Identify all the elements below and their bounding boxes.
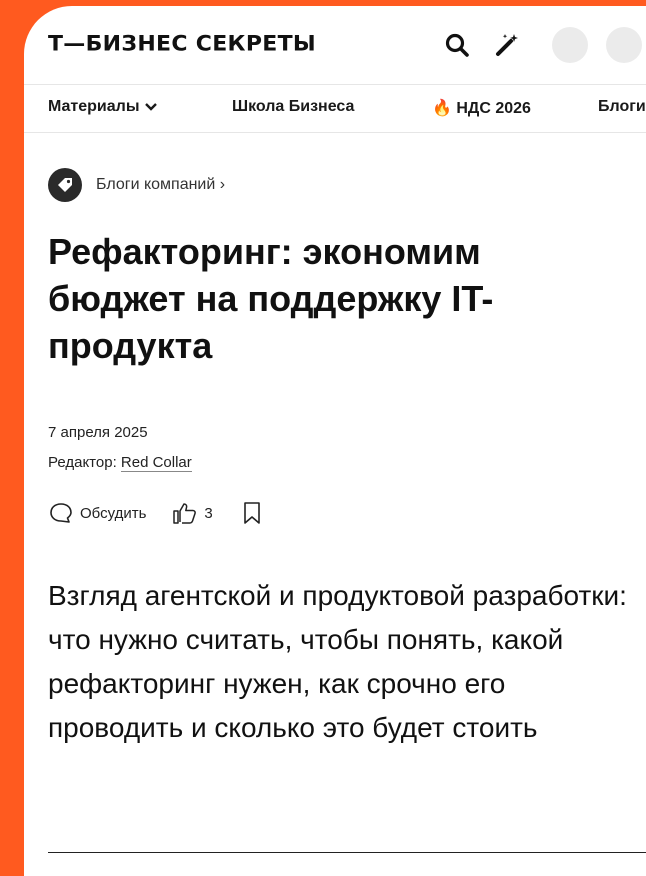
likes-count: 3 xyxy=(204,504,213,522)
nav-item-label: Блоги xyxy=(598,98,646,115)
content-divider xyxy=(48,852,646,853)
bookmark-button[interactable] xyxy=(241,500,263,526)
editor-prefix: Редактор: xyxy=(48,454,121,471)
article-lead: Взгляд агентской и продуктовой разработк… xyxy=(48,580,627,743)
breadcrumb[interactable]: Блоги компаний › xyxy=(48,168,225,202)
breadcrumb-label: Блоги компаний › xyxy=(96,176,226,193)
article-title: Рефакторинг: экономим бюджет на поддержк… xyxy=(48,231,494,366)
bookmark-icon xyxy=(243,502,260,524)
action-placeholder-button[interactable] xyxy=(552,27,588,63)
editor-line: Редактор: Red Collar xyxy=(48,454,192,472)
article-actions: Обсудить 3 xyxy=(48,500,263,526)
editor-link[interactable]: Red Collar xyxy=(120,454,192,472)
discuss-label: Обсудить xyxy=(80,504,147,522)
top-nav: Материалы Школа Бизнеса 🔥 НДС 2026 Блоги xyxy=(24,84,646,133)
nav-item-label: Материалы xyxy=(48,98,140,115)
nav-item-blogs[interactable]: Блоги xyxy=(598,98,646,116)
chevron-down-icon xyxy=(144,103,157,111)
nav-item-label: 🔥 НДС 2026 xyxy=(432,100,531,117)
magic-wand-icon[interactable] xyxy=(494,32,520,58)
publish-date: 7 апреля 2025 xyxy=(48,424,148,441)
like-button[interactable]: 3 xyxy=(172,501,213,525)
nav-item-label: Школа Бизнеса xyxy=(232,98,355,115)
thumbs-up-icon xyxy=(173,503,197,524)
comment-icon xyxy=(50,503,72,523)
tag-icon xyxy=(48,168,82,202)
profile-placeholder-button[interactable] xyxy=(606,27,642,63)
nav-item-materials[interactable]: Материалы xyxy=(48,98,158,116)
site-header: Т—БИЗНЕС СЕКРЕТЫ xyxy=(24,6,646,85)
page-card: Т—БИЗНЕС СЕКРЕТЫ Материалы Школа Бизнеса… xyxy=(24,6,646,876)
discuss-button[interactable]: Обсудить xyxy=(48,501,146,525)
search-icon[interactable] xyxy=(444,32,470,58)
nav-item-business-school[interactable]: Школа Бизнеса xyxy=(232,98,354,116)
site-logo[interactable]: Т—БИЗНЕС СЕКРЕТЫ xyxy=(48,33,316,57)
nav-item-vat-2026[interactable]: 🔥 НДС 2026 xyxy=(432,98,531,118)
